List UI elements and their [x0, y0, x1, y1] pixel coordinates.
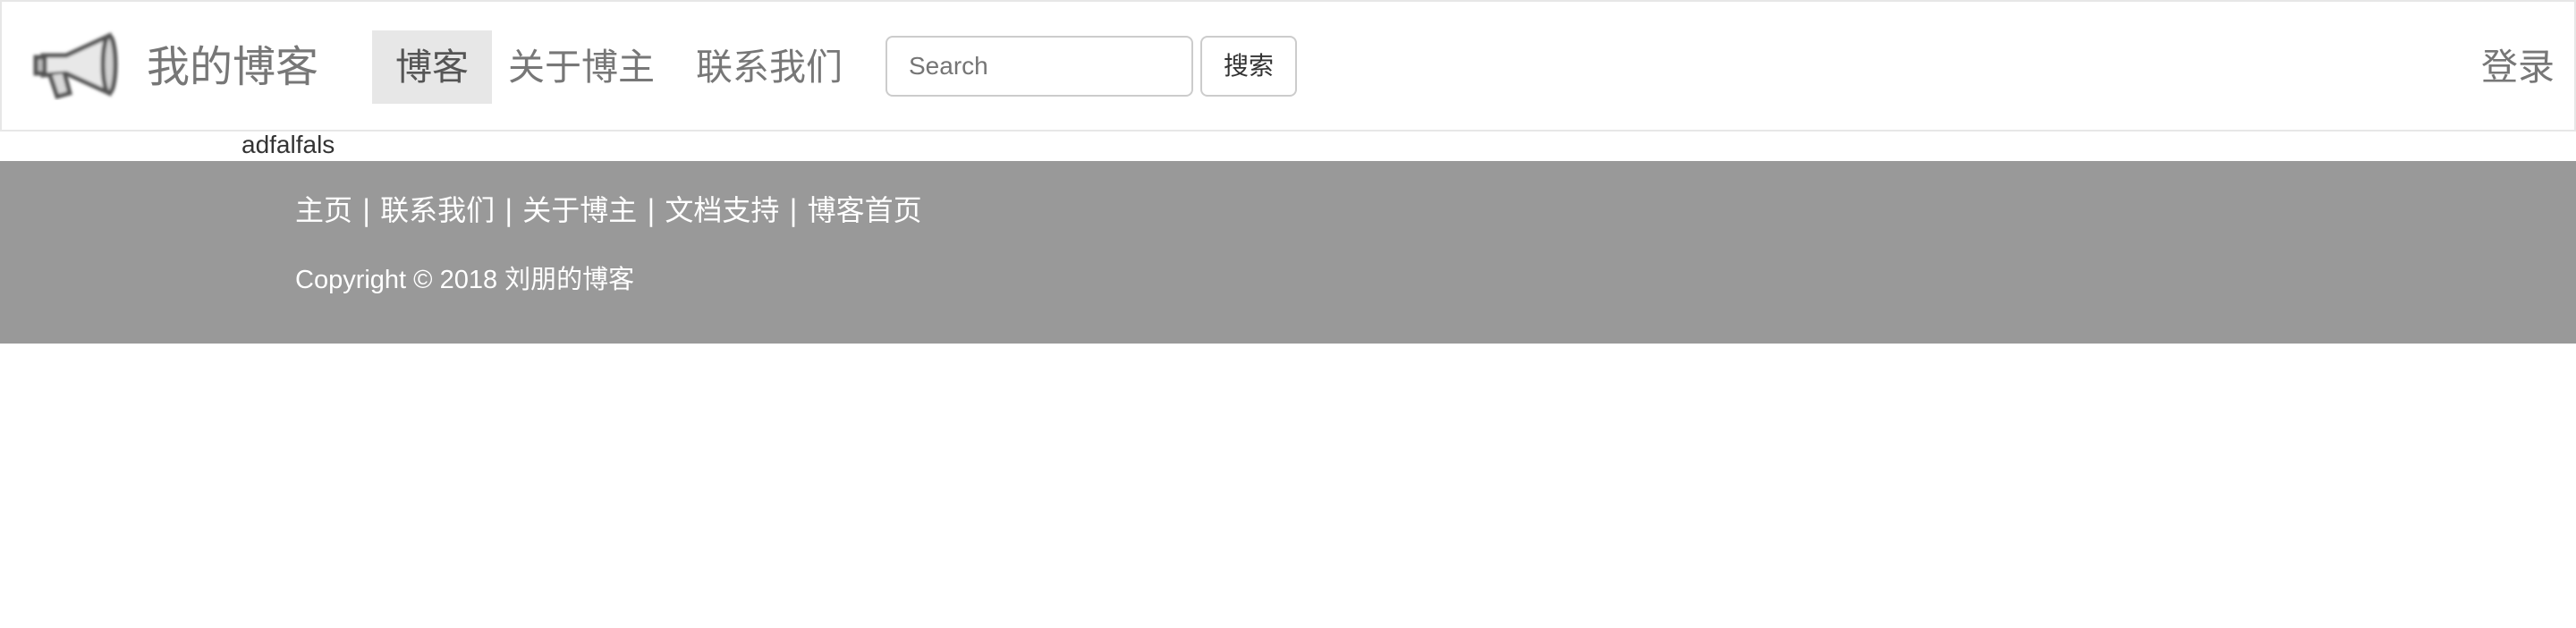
footer-link-docs[interactable]: 文档支持	[665, 193, 779, 227]
content-text: adfalfals	[242, 131, 335, 158]
footer-separator: |	[788, 193, 799, 227]
search-input[interactable]	[886, 36, 1193, 97]
footer-link-blog-home[interactable]: 博客首页	[808, 193, 922, 227]
top-navbar: 我的博客 博客 关于博主 联系我们 搜索 登录	[0, 0, 2576, 132]
footer-separator: |	[504, 193, 514, 227]
footer-links: 主页 | 联系我们 | 关于博主 | 文档支持 | 博客首页	[295, 190, 922, 231]
footer: 主页 | 联系我们 | 关于博主 | 文档支持 | 博客首页 Copyright…	[0, 161, 2576, 344]
footer-link-home[interactable]: 主页	[295, 193, 352, 227]
footer-link-about[interactable]: 关于博主	[522, 193, 637, 227]
nav-item-contact[interactable]: 联系我们	[673, 30, 866, 104]
copyright-text: Copyright © 2018 刘朋的博客	[295, 266, 635, 294]
footer-link-contact[interactable]: 联系我们	[380, 193, 495, 227]
nav-item-about[interactable]: 关于博主	[485, 30, 678, 104]
footer-separator: |	[361, 193, 371, 227]
search-button[interactable]: 搜索	[1200, 36, 1297, 97]
footer-separator: |	[646, 193, 657, 227]
megaphone-icon[interactable]	[30, 29, 120, 100]
login-link[interactable]: 登录	[2481, 36, 2555, 98]
nav-item-blog[interactable]: 博客	[372, 30, 492, 104]
site-brand[interactable]: 我的博客	[147, 36, 318, 98]
